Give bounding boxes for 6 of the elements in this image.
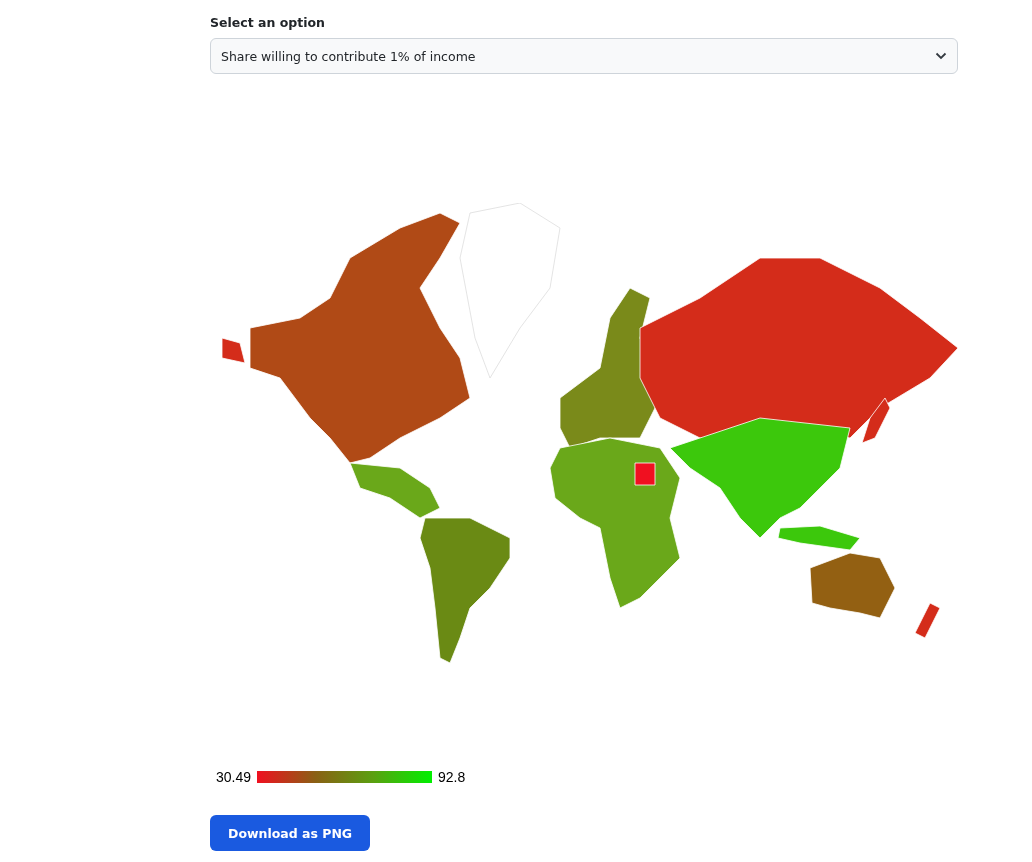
legend-min-value: 30.49 (216, 769, 252, 785)
download-button[interactable]: Download as PNG (210, 815, 371, 851)
option-dropdown[interactable]: Share willing to contribute 1% of income (210, 38, 958, 74)
chevron-down-icon (935, 52, 947, 60)
select-label: Select an option (210, 15, 325, 30)
legend-max-value: 92.8 (438, 769, 466, 785)
